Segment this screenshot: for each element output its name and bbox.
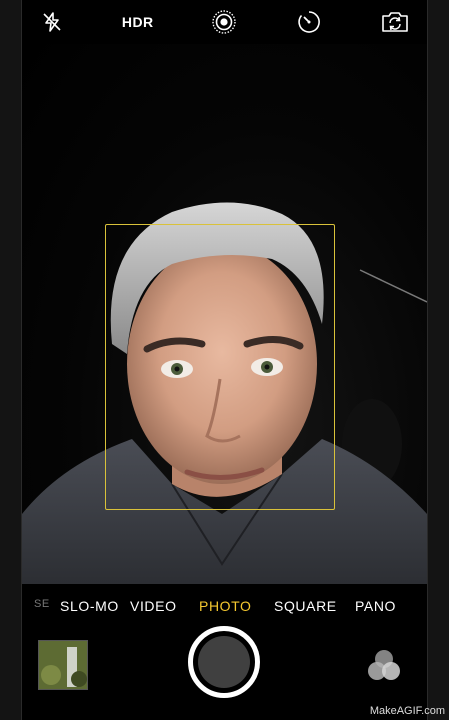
phone-frame: HDR SE SLO-MO VIDEO PHOTO SQUARE PANO Ma… [0,0,449,720]
camera-mode-selector: SE SLO-MO VIDEO PHOTO SQUARE PANO [22,590,427,620]
camera-screen: HDR SE SLO-MO VIDEO PHOTO SQUARE PANO [22,0,427,720]
phone-bezel-right [427,0,449,720]
last-photo-thumbnail[interactable] [38,640,88,690]
hdr-label: HDR [121,14,154,30]
flash-button[interactable] [32,2,72,42]
live-photo-icon [211,10,236,34]
filters-icon [368,650,400,680]
mode-photo[interactable]: PHOTO [199,598,252,614]
mode-video[interactable]: VIDEO [130,598,177,614]
shutter-inner [198,636,250,688]
camera-switch-button[interactable] [375,2,415,42]
camera-switch-icon [382,12,408,32]
face-detection-box [105,224,335,510]
watermark: MakeAGIF.com [369,705,445,717]
thumbnail-image [39,641,87,689]
camera-viewfinder[interactable] [22,44,427,584]
mode-square[interactable]: SQUARE [274,598,337,614]
timer-icon [298,11,321,33]
flash-off-icon [43,12,61,32]
mode-pano[interactable]: PANO [355,598,396,614]
shutter-button[interactable] [188,626,260,698]
phone-bezel-left [0,0,22,720]
timer-button[interactable] [289,2,329,42]
camera-bottom-controls [22,620,427,720]
hdr-button[interactable]: HDR [118,2,158,42]
filters-button[interactable] [364,646,404,686]
camera-top-bar: HDR [22,0,427,44]
mode-slo-mo[interactable]: SLO-MO [60,598,119,614]
mode-timelapse[interactable]: SE [34,598,50,610]
live-photo-button[interactable] [204,2,244,42]
